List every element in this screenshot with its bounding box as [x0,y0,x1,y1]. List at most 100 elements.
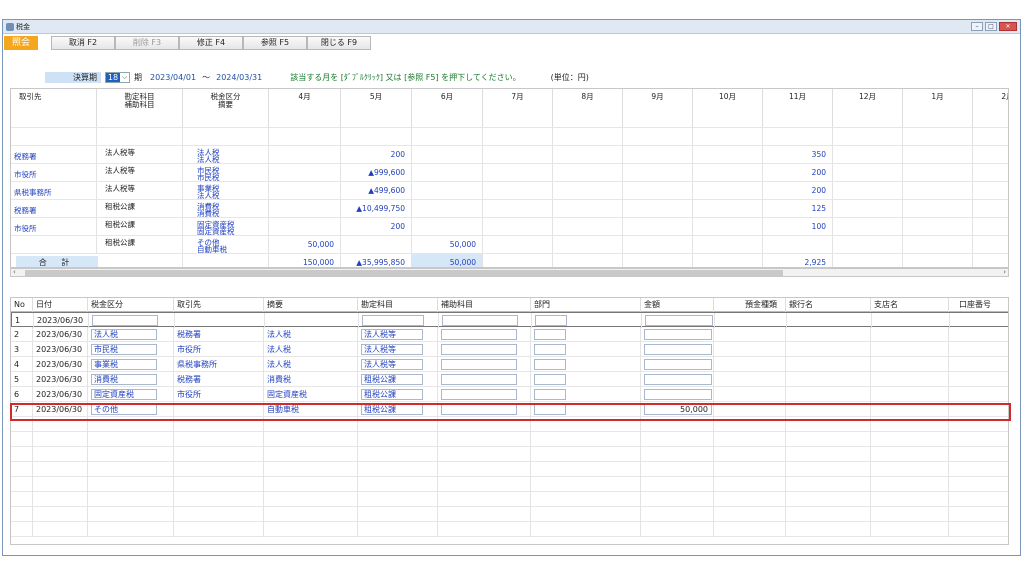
header-month[interactable]: 7月 [483,89,553,127]
department-field[interactable] [534,404,566,415]
amount-field[interactable] [645,315,713,326]
month-value-cell[interactable] [693,128,763,146]
month-value-cell[interactable]: 200 [341,146,412,164]
detail-row[interactable] [11,462,1008,477]
tax-type-field[interactable]: 法人税 [91,329,157,340]
month-value-cell[interactable] [553,200,623,218]
month-value-cell[interactable] [973,146,1008,164]
month-value-cell[interactable] [483,164,553,182]
summary-row[interactable]: 租税公課 その他 自動車税 50,000 50,000 [11,235,1008,254]
month-value-cell[interactable] [553,182,623,200]
month-value-cell[interactable]: 50,000 [269,236,341,254]
month-value-cell[interactable] [483,146,553,164]
month-value-cell[interactable] [973,200,1008,218]
header-month[interactable]: 2月 [973,89,1008,127]
month-value-cell[interactable] [833,218,903,236]
account-field[interactable] [362,315,424,326]
summary-row[interactable]: 税務署 法人税等 法人税 法人税 200 350 [11,145,1008,164]
month-value-cell[interactable] [973,182,1008,200]
header-month[interactable]: 8月 [553,89,623,127]
month-value-cell[interactable] [833,146,903,164]
summary-row[interactable] [11,127,1008,146]
month-value-cell[interactable] [693,146,763,164]
amount-field[interactable] [644,344,712,355]
detail-row[interactable] [11,447,1008,462]
month-value-cell[interactable]: 125 [763,200,833,218]
tax-type-field[interactable]: その他 [91,404,157,415]
month-value-cell[interactable] [973,236,1008,254]
month-value-cell[interactable]: 350 [763,146,833,164]
month-value-cell[interactable]: 50,000 [412,236,483,254]
tax-type-field[interactable]: 固定資産税 [91,389,157,400]
minimize-button[interactable]: – [971,22,983,31]
month-value-cell[interactable] [903,164,973,182]
month-value-cell[interactable] [973,128,1008,146]
period-select[interactable]: 18 ⌵ [105,71,130,83]
month-value-cell[interactable]: ▲10,499,750 [341,200,412,218]
month-value-cell[interactable] [693,200,763,218]
month-value-cell[interactable]: 100 [763,218,833,236]
summary-row[interactable]: 県税事務所 法人税等 事業税 法人税 ▲499,600 200 [11,181,1008,200]
sub-account-field[interactable] [441,404,517,415]
month-value-cell[interactable] [763,236,833,254]
detail-row[interactable]: 6 2023/06/30 市役所 固定資産税 固定資産税 租税公課 [11,387,1008,402]
month-value-cell[interactable] [903,146,973,164]
amount-field[interactable]: 50,000 [644,404,712,415]
sub-account-field[interactable] [441,329,517,340]
detail-row[interactable]: 7 2023/06/30 自動車税 その他 租税公課 50,000 [11,402,1008,417]
detail-row[interactable]: 3 2023/06/30 市役所 法人税 市民税 法人税等 [11,342,1008,357]
department-field[interactable] [534,389,566,400]
month-value-cell[interactable] [623,128,693,146]
month-value-cell[interactable] [833,128,903,146]
detail-row[interactable]: 5 2023/06/30 税務署 消費税 消費税 租税公課 [11,372,1008,387]
month-value-cell[interactable] [412,128,483,146]
department-field[interactable] [534,374,566,385]
department-field[interactable] [534,344,566,355]
header-month[interactable]: 12月 [833,89,903,127]
month-value-cell[interactable] [973,164,1008,182]
month-value-cell[interactable] [903,236,973,254]
month-value-cell[interactable] [269,146,341,164]
month-value-cell[interactable] [483,218,553,236]
month-value-cell[interactable] [833,182,903,200]
month-value-cell[interactable] [623,236,693,254]
sub-account-field[interactable] [441,389,517,400]
month-value-cell[interactable] [269,200,341,218]
department-field[interactable] [534,359,566,370]
month-value-cell[interactable] [269,182,341,200]
header-month[interactable]: 6月 [412,89,483,127]
month-value-cell[interactable] [693,236,763,254]
detail-row[interactable] [11,522,1008,537]
horizontal-scrollbar[interactable]: ‹ › [10,268,1009,277]
month-value-cell[interactable] [269,218,341,236]
tax-type-field[interactable]: 市民税 [91,344,157,355]
month-value-cell[interactable] [623,218,693,236]
month-value-cell[interactable] [341,236,412,254]
month-value-cell[interactable] [483,128,553,146]
edit-button[interactable]: 修正 F4 [179,36,243,50]
month-value-cell[interactable] [973,218,1008,236]
amount-field[interactable] [644,329,712,340]
scroll-right-icon[interactable]: › [1003,268,1006,276]
account-field[interactable]: 租税公課 [361,389,423,400]
month-value-cell[interactable] [483,236,553,254]
month-value-cell[interactable] [693,182,763,200]
close-button[interactable]: 閉じる F9 [307,36,371,50]
month-value-cell[interactable] [412,182,483,200]
account-field[interactable]: 法人税等 [361,344,423,355]
account-field[interactable]: 法人税等 [361,329,423,340]
account-field[interactable]: 租税公課 [361,404,423,415]
close-window-button[interactable]: ✕ [999,22,1017,31]
month-value-cell[interactable]: ▲499,600 [341,182,412,200]
detail-row[interactable] [11,417,1008,432]
detail-row[interactable] [11,492,1008,507]
month-value-cell[interactable] [903,218,973,236]
detail-row[interactable] [11,477,1008,492]
month-value-cell[interactable] [553,218,623,236]
header-month[interactable]: 1月 [903,89,973,127]
month-value-cell[interactable] [903,200,973,218]
month-value-cell[interactable] [693,218,763,236]
detail-row[interactable]: 4 2023/06/30 県税事務所 法人税 事業税 法人税等 [11,357,1008,372]
month-value-cell[interactable] [269,164,341,182]
cancel-button[interactable]: 取消 F2 [51,36,115,50]
